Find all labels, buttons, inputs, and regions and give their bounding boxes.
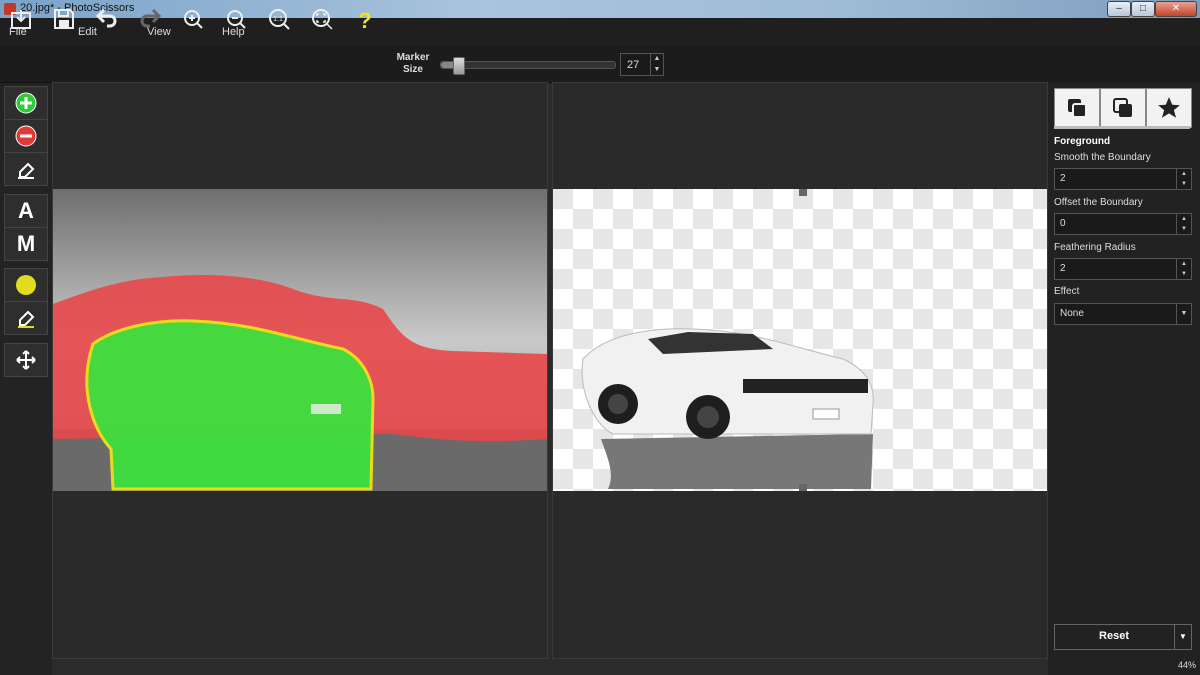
chevron-down-icon[interactable]: ▼	[1177, 224, 1191, 234]
eraser-icon	[18, 310, 35, 328]
minus-circle-icon	[15, 125, 37, 147]
eraser-icon	[18, 162, 35, 179]
chevron-up-icon[interactable]: ▲	[1177, 259, 1191, 269]
yellow-circle-icon	[16, 275, 36, 295]
svg-text:1:1: 1:1	[273, 16, 283, 23]
feather-stepper[interactable]: 2 ▲ ▼	[1054, 258, 1192, 280]
offset-label: Offset the Boundary	[1054, 197, 1143, 208]
chevron-up-icon[interactable]: ▲	[651, 54, 663, 65]
manual-mode-button[interactable]: M	[4, 227, 48, 261]
reset-button[interactable]: Reset ▼	[1054, 624, 1192, 650]
chevron-down-icon[interactable]: ▼	[1174, 625, 1191, 649]
zoom-out-icon[interactable]	[223, 6, 249, 32]
redo-icon[interactable]	[137, 6, 163, 32]
tab-effects[interactable]	[1146, 88, 1192, 128]
keep-marker-tool[interactable]	[4, 86, 48, 120]
minimize-button[interactable]: –	[1107, 1, 1131, 17]
boundary-eraser-tool[interactable]	[4, 301, 48, 335]
settings-panel: Foreground Smooth the Boundary 2 ▲ ▼ Offs…	[1048, 82, 1200, 675]
undo-icon[interactable]	[94, 6, 120, 32]
smooth-label: Smooth the Boundary	[1054, 152, 1151, 163]
zoom-fit-icon[interactable]	[309, 6, 335, 32]
result-preview[interactable]	[553, 189, 1047, 491]
boundary-marker-tool[interactable]	[4, 268, 48, 302]
auto-mode-button[interactable]: A	[4, 194, 48, 228]
save-icon[interactable]	[51, 6, 77, 32]
background-layers-icon	[1113, 98, 1132, 117]
marker-size-stepper[interactable]: 27 ▲ ▼	[620, 53, 664, 76]
close-button[interactable]: ✕	[1155, 1, 1197, 17]
zoom-actual-icon[interactable]: 1:1	[266, 6, 292, 32]
chevron-up-icon[interactable]: ▲	[1177, 214, 1191, 224]
star-icon	[1158, 97, 1180, 118]
section-title: Foreground	[1054, 136, 1111, 147]
zoom-level: 44%	[1177, 660, 1196, 670]
result-canvas[interactable]	[552, 82, 1048, 659]
maximize-button[interactable]: □	[1131, 1, 1155, 17]
effect-label: Effect	[1054, 286, 1080, 297]
chevron-down-icon[interactable]: ▼	[1177, 269, 1191, 279]
pan-tool[interactable]	[4, 343, 48, 377]
open-icon[interactable]	[8, 6, 34, 32]
eraser-tool[interactable]	[4, 152, 48, 186]
zoom-in-icon[interactable]	[180, 6, 206, 32]
chevron-down-icon[interactable]: ▼	[1176, 304, 1191, 324]
smooth-stepper[interactable]: 2 ▲ ▼	[1054, 168, 1192, 190]
chevron-up-icon[interactable]: ▲	[1177, 169, 1191, 179]
marker-size-slider[interactable]	[440, 57, 616, 75]
source-canvas[interactable]	[52, 82, 548, 659]
move-icon	[16, 350, 36, 370]
marker-size-label: Marker Size	[396, 52, 430, 75]
offset-stepper[interactable]: 0 ▲ ▼	[1054, 213, 1192, 235]
svg-text:?: ?	[358, 8, 371, 31]
foreground-layers-icon	[1068, 99, 1087, 118]
source-image[interactable]	[53, 189, 547, 491]
tab-foreground[interactable]	[1054, 88, 1100, 128]
slider-thumb[interactable]	[453, 57, 465, 75]
feather-label: Feathering Radius	[1054, 242, 1136, 253]
tab-background[interactable]	[1100, 88, 1146, 128]
chevron-down-icon[interactable]: ▼	[651, 65, 663, 76]
effect-select[interactable]: None ▼	[1054, 303, 1192, 325]
chevron-down-icon[interactable]: ▼	[1177, 179, 1191, 189]
tab-underline	[1054, 126, 1190, 129]
remove-marker-tool[interactable]	[4, 119, 48, 153]
help-icon[interactable]: ?	[352, 6, 378, 32]
plus-circle-icon	[15, 92, 37, 114]
